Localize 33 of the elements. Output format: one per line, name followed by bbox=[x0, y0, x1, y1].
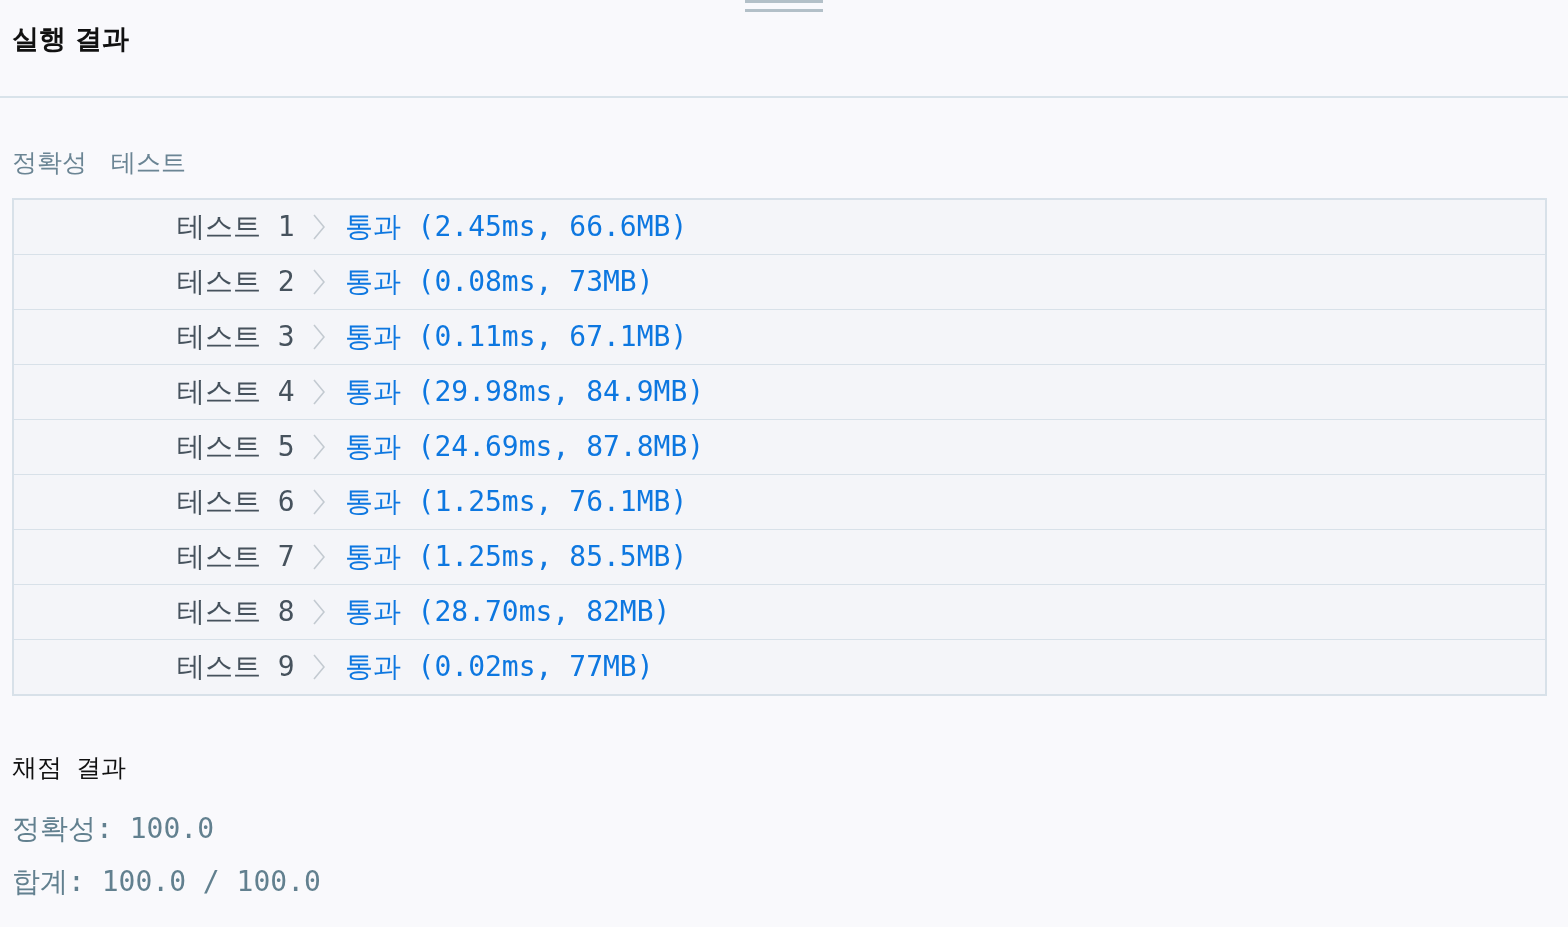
test-label: 테스트 1 bbox=[177, 209, 295, 245]
test-label: 테스트 9 bbox=[177, 649, 295, 685]
test-label: 테스트 8 bbox=[177, 594, 295, 630]
test-result: 통과 (0.08ms, 73MB) bbox=[344, 264, 654, 300]
test-result: 통과 (1.25ms, 76.1MB) bbox=[344, 484, 688, 520]
test-result: 통과 (0.02ms, 77MB) bbox=[344, 649, 654, 685]
section-heading: 정확성 테스트 bbox=[12, 147, 187, 179]
test-result: 통과 (2.45ms, 66.6MB) bbox=[344, 209, 688, 245]
drag-handle-icon[interactable] bbox=[745, 0, 823, 12]
test-result: 통과 (0.11ms, 67.1MB) bbox=[344, 319, 688, 355]
test-label: 테스트 3 bbox=[177, 319, 295, 355]
grading-title: 채점 결과 bbox=[12, 752, 127, 784]
test-result: 통과 (24.69ms, 87.8MB) bbox=[344, 429, 705, 465]
test-label: 테스트 5 bbox=[177, 429, 295, 465]
chevron-right-icon bbox=[312, 379, 325, 405]
test-label: 테스트 7 bbox=[177, 539, 295, 575]
panel-title: 실행 결과 bbox=[12, 22, 131, 56]
chevron-right-icon bbox=[312, 324, 325, 350]
test-label: 테스트 6 bbox=[177, 484, 295, 520]
score-line: 합계: 100.0 / 100.0 bbox=[12, 865, 322, 899]
test-result: 통과 (29.98ms, 84.9MB) bbox=[344, 374, 705, 410]
test-result: 통과 (1.25ms, 85.5MB) bbox=[344, 539, 688, 575]
chevron-right-icon bbox=[312, 269, 325, 295]
score-line: 정확성: 100.0 bbox=[12, 812, 215, 846]
chevron-right-icon bbox=[312, 489, 325, 515]
chevron-right-icon bbox=[312, 544, 325, 570]
chevron-right-icon bbox=[312, 654, 325, 680]
test-label: 테스트 2 bbox=[177, 264, 295, 300]
chevron-right-icon bbox=[312, 599, 325, 625]
test-label: 테스트 4 bbox=[177, 374, 295, 410]
test-result: 통과 (28.70ms, 82MB) bbox=[344, 594, 671, 630]
chevron-right-icon bbox=[312, 434, 325, 460]
chevron-right-icon bbox=[312, 214, 325, 240]
